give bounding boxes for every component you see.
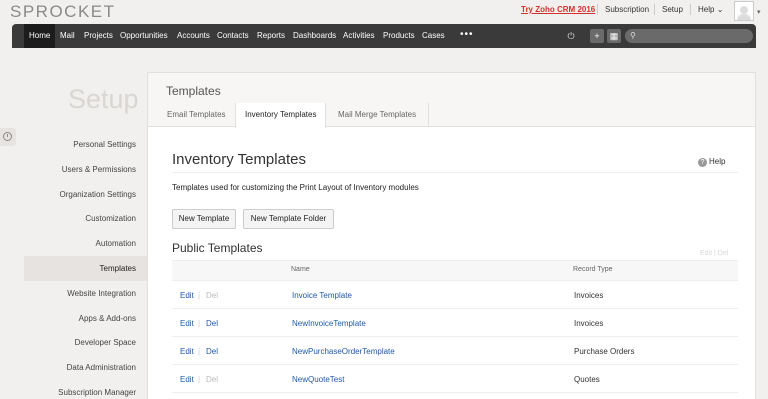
edit-link[interactable]: Edit: [180, 291, 194, 300]
edit-link[interactable]: Edit: [180, 347, 194, 356]
sidebar-item-customization[interactable]: Customization: [0, 214, 136, 223]
column-header-record-type[interactable]: Record Type: [573, 266, 613, 273]
page-title: Templates: [166, 84, 221, 98]
nav-item-contacts[interactable]: Contacts: [217, 24, 249, 48]
public-templates-title: Public Templates: [172, 241, 263, 255]
table-row: Edit | Del NewInvoiceTemplate Invoices: [172, 309, 738, 337]
separator: |: [198, 375, 201, 384]
try-zoho-link[interactable]: Try Zoho CRM 2016: [521, 5, 595, 14]
table-row: Edit | Del NewQuoteTest Quotes: [172, 365, 738, 393]
calendar-icon[interactable]: ▦: [607, 29, 621, 43]
divider: [428, 103, 429, 127]
sidebar-item-subscription-manager[interactable]: Subscription Manager: [0, 388, 136, 397]
logo[interactable]: SPROCKET: [10, 2, 116, 22]
chevron-down-icon: ⌄: [716, 5, 724, 14]
record-type: Purchase Orders: [574, 347, 635, 356]
delete-link: Del: [206, 375, 219, 384]
panel-header: Templates Email Templates Inventory Temp…: [148, 73, 755, 128]
divider: [172, 172, 738, 173]
sidebar-item-organization-settings[interactable]: Organization Settings: [0, 190, 137, 199]
nav-item-reports[interactable]: Reports: [257, 24, 285, 48]
top-bar: SPROCKET Try Zoho CRM 2016 Subscription …: [0, 0, 768, 24]
record-type: Quotes: [574, 375, 600, 384]
template-name-link[interactable]: NewPurchaseOrderTemplate: [292, 347, 395, 356]
subscription-link[interactable]: Subscription: [605, 5, 649, 14]
nav-item-opportunities[interactable]: Opportunities: [120, 24, 168, 48]
sidebar-item-personal-settings[interactable]: Personal Settings: [0, 140, 136, 149]
record-type: Invoices: [574, 291, 604, 300]
folder-del-link[interactable]: Del: [718, 250, 729, 257]
sidebar-item-automation[interactable]: Automation: [0, 239, 136, 248]
table-header: Name Record Type: [172, 260, 738, 281]
table-row: Edit | Del NewPurchaseOrderTemplate Purc…: [172, 337, 738, 365]
setup-link[interactable]: Setup: [662, 5, 683, 14]
divider: [690, 4, 691, 15]
chevron-down-icon[interactable]: ▾: [757, 8, 761, 16]
column-header-name[interactable]: Name: [291, 266, 310, 273]
delete-link[interactable]: Del: [206, 347, 218, 356]
nav-item-accounts[interactable]: Accounts: [177, 24, 210, 48]
sidebar-item-apps-addons[interactable]: Apps & Add-ons: [0, 314, 136, 323]
nav-item-mail[interactable]: Mail: [60, 24, 75, 48]
help-menu-label: Help: [698, 5, 715, 14]
tab-mail-merge-templates[interactable]: Mail Merge Templates: [329, 103, 425, 127]
add-icon[interactable]: +: [590, 29, 604, 43]
sidebar-item-users-permissions[interactable]: Users & Permissions: [0, 165, 136, 174]
help-icon: ?: [698, 158, 707, 167]
plug-icon[interactable]: ⏻: [563, 29, 579, 43]
new-template-button[interactable]: New Template: [172, 209, 236, 229]
folder-actions: Edit | Del: [700, 250, 728, 257]
nav-item-products[interactable]: Products: [383, 24, 415, 48]
sidebar-item-website-integration[interactable]: Website Integration: [0, 289, 136, 298]
separator: |: [714, 250, 716, 257]
more-icon[interactable]: •••: [460, 24, 474, 46]
template-name-link[interactable]: NewQuoteTest: [292, 375, 344, 384]
help-menu[interactable]: Help ⌄: [698, 5, 723, 14]
sidebar-item-templates[interactable]: Templates: [0, 264, 136, 273]
description: Templates used for customizing the Print…: [172, 183, 419, 192]
template-name-link[interactable]: NewInvoiceTemplate: [292, 319, 366, 328]
sidebar-title: Setup: [68, 84, 139, 114]
table-row: Edit | Del Invoice Template Invoices: [172, 281, 738, 309]
nav-item-dashboards[interactable]: Dashboards: [293, 24, 336, 48]
edit-link[interactable]: Edit: [180, 319, 194, 328]
separator: |: [198, 347, 201, 356]
edit-link[interactable]: Edit: [180, 375, 194, 384]
nav-item-home[interactable]: Home: [24, 24, 56, 48]
section-heading: Inventory Templates: [172, 151, 306, 168]
sidebar-item-developer-space[interactable]: Developer Space: [0, 338, 136, 347]
help-link[interactable]: ? Help: [698, 157, 725, 167]
new-template-folder-button[interactable]: New Template Folder: [243, 209, 334, 229]
delete-link: Del: [206, 291, 219, 300]
main-nav: Home Mail Projects Opportunities Account…: [12, 24, 756, 48]
record-type: Invoices: [574, 319, 604, 328]
tab-email-templates[interactable]: Email Templates: [158, 103, 235, 127]
folder-edit-link[interactable]: Edit: [700, 250, 712, 257]
divider: [597, 4, 598, 15]
search-input[interactable]: ⚲: [625, 29, 753, 43]
nav-item-activities[interactable]: Activities: [343, 24, 375, 48]
nav-item-cases[interactable]: Cases: [422, 24, 445, 48]
separator: |: [198, 291, 201, 300]
avatar[interactable]: [734, 1, 754, 21]
separator: |: [198, 319, 201, 328]
search-icon: ⚲: [630, 31, 636, 40]
delete-link[interactable]: Del: [206, 319, 218, 328]
sidebar-item-data-administration[interactable]: Data Administration: [0, 363, 136, 372]
tab-inventory-templates[interactable]: Inventory Templates: [235, 103, 327, 128]
help-label: Help: [709, 157, 726, 166]
divider: [654, 4, 655, 15]
nav-item-projects[interactable]: Projects: [84, 24, 113, 48]
template-name-link[interactable]: Invoice Template: [292, 291, 352, 300]
